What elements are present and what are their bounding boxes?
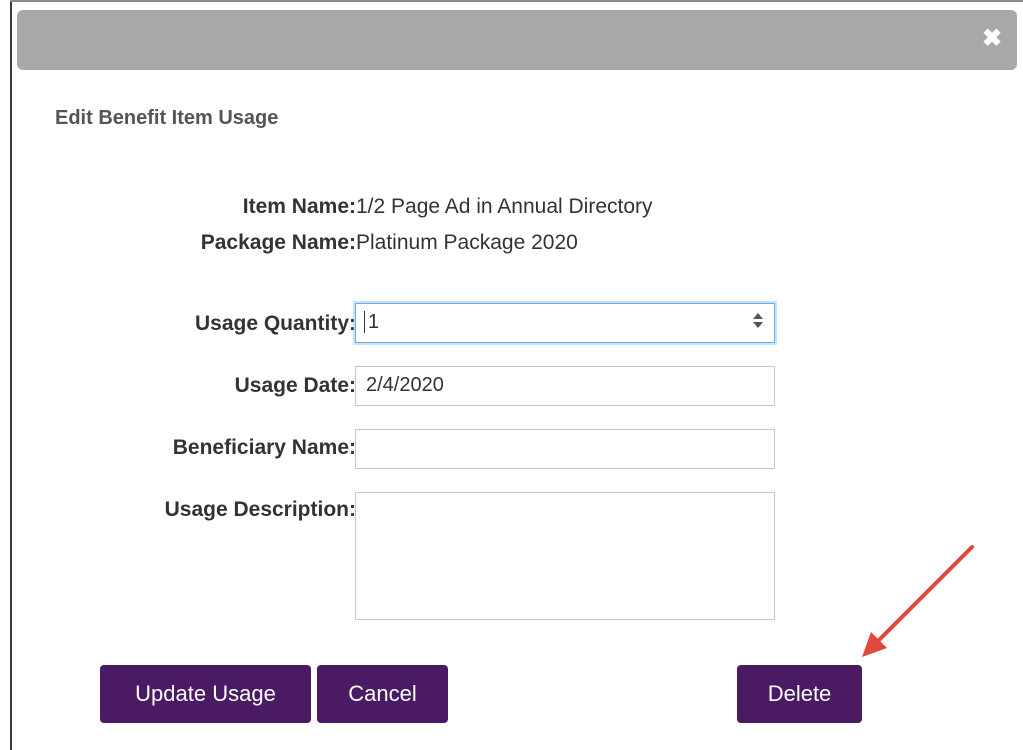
dialog-title: Edit Benefit Item Usage [55, 107, 279, 129]
item-name-label: Item Name: [242, 195, 356, 218]
usage-quantity-value: 1 [368, 311, 380, 333]
package-name-row: Package Name: Platinum Package 2020 [13, 231, 1021, 261]
usage-quantity-label: Usage Quantity: [194, 312, 356, 335]
stepper-icon[interactable] [752, 312, 764, 330]
beneficiary-name-field[interactable] [355, 429, 775, 469]
usage-description-label: Usage Description: [164, 498, 356, 521]
usage-date-value: 2/4/2020 [366, 374, 444, 396]
window-edge-left [10, 0, 12, 750]
usage-date-label: Usage Date: [234, 374, 356, 397]
text-caret [364, 311, 365, 333]
cancel-button[interactable]: Cancel [317, 665, 448, 723]
update-usage-button[interactable]: Update Usage [100, 665, 311, 723]
stepper-up-icon[interactable] [753, 313, 763, 319]
package-name-label: Package Name: [200, 231, 356, 254]
close-icon[interactable]: ✖ [981, 27, 1003, 51]
usage-description-textarea[interactable] [355, 492, 775, 620]
package-name-value: Platinum Package 2020 [356, 231, 578, 254]
beneficiary-name-label: Beneficiary Name: [172, 436, 356, 459]
window-edge-top [10, 0, 1023, 2]
delete-button[interactable]: Delete [737, 665, 862, 723]
stepper-down-icon[interactable] [753, 322, 763, 328]
dialog-titlebar: ✖ [17, 10, 1017, 70]
item-name-row: Item Name: 1/2 Page Ad in Annual Directo… [13, 195, 1021, 225]
usage-date-field[interactable]: 2/4/2020 [355, 366, 775, 406]
edit-usage-dialog: ✖ Edit Benefit Item Usage Item Name: 1/2… [13, 4, 1021, 750]
screenshot-frame: ✖ Edit Benefit Item Usage Item Name: 1/2… [0, 0, 1023, 750]
usage-quantity-stepper[interactable]: 1 [355, 303, 775, 343]
item-name-value: 1/2 Page Ad in Annual Directory [356, 195, 653, 218]
